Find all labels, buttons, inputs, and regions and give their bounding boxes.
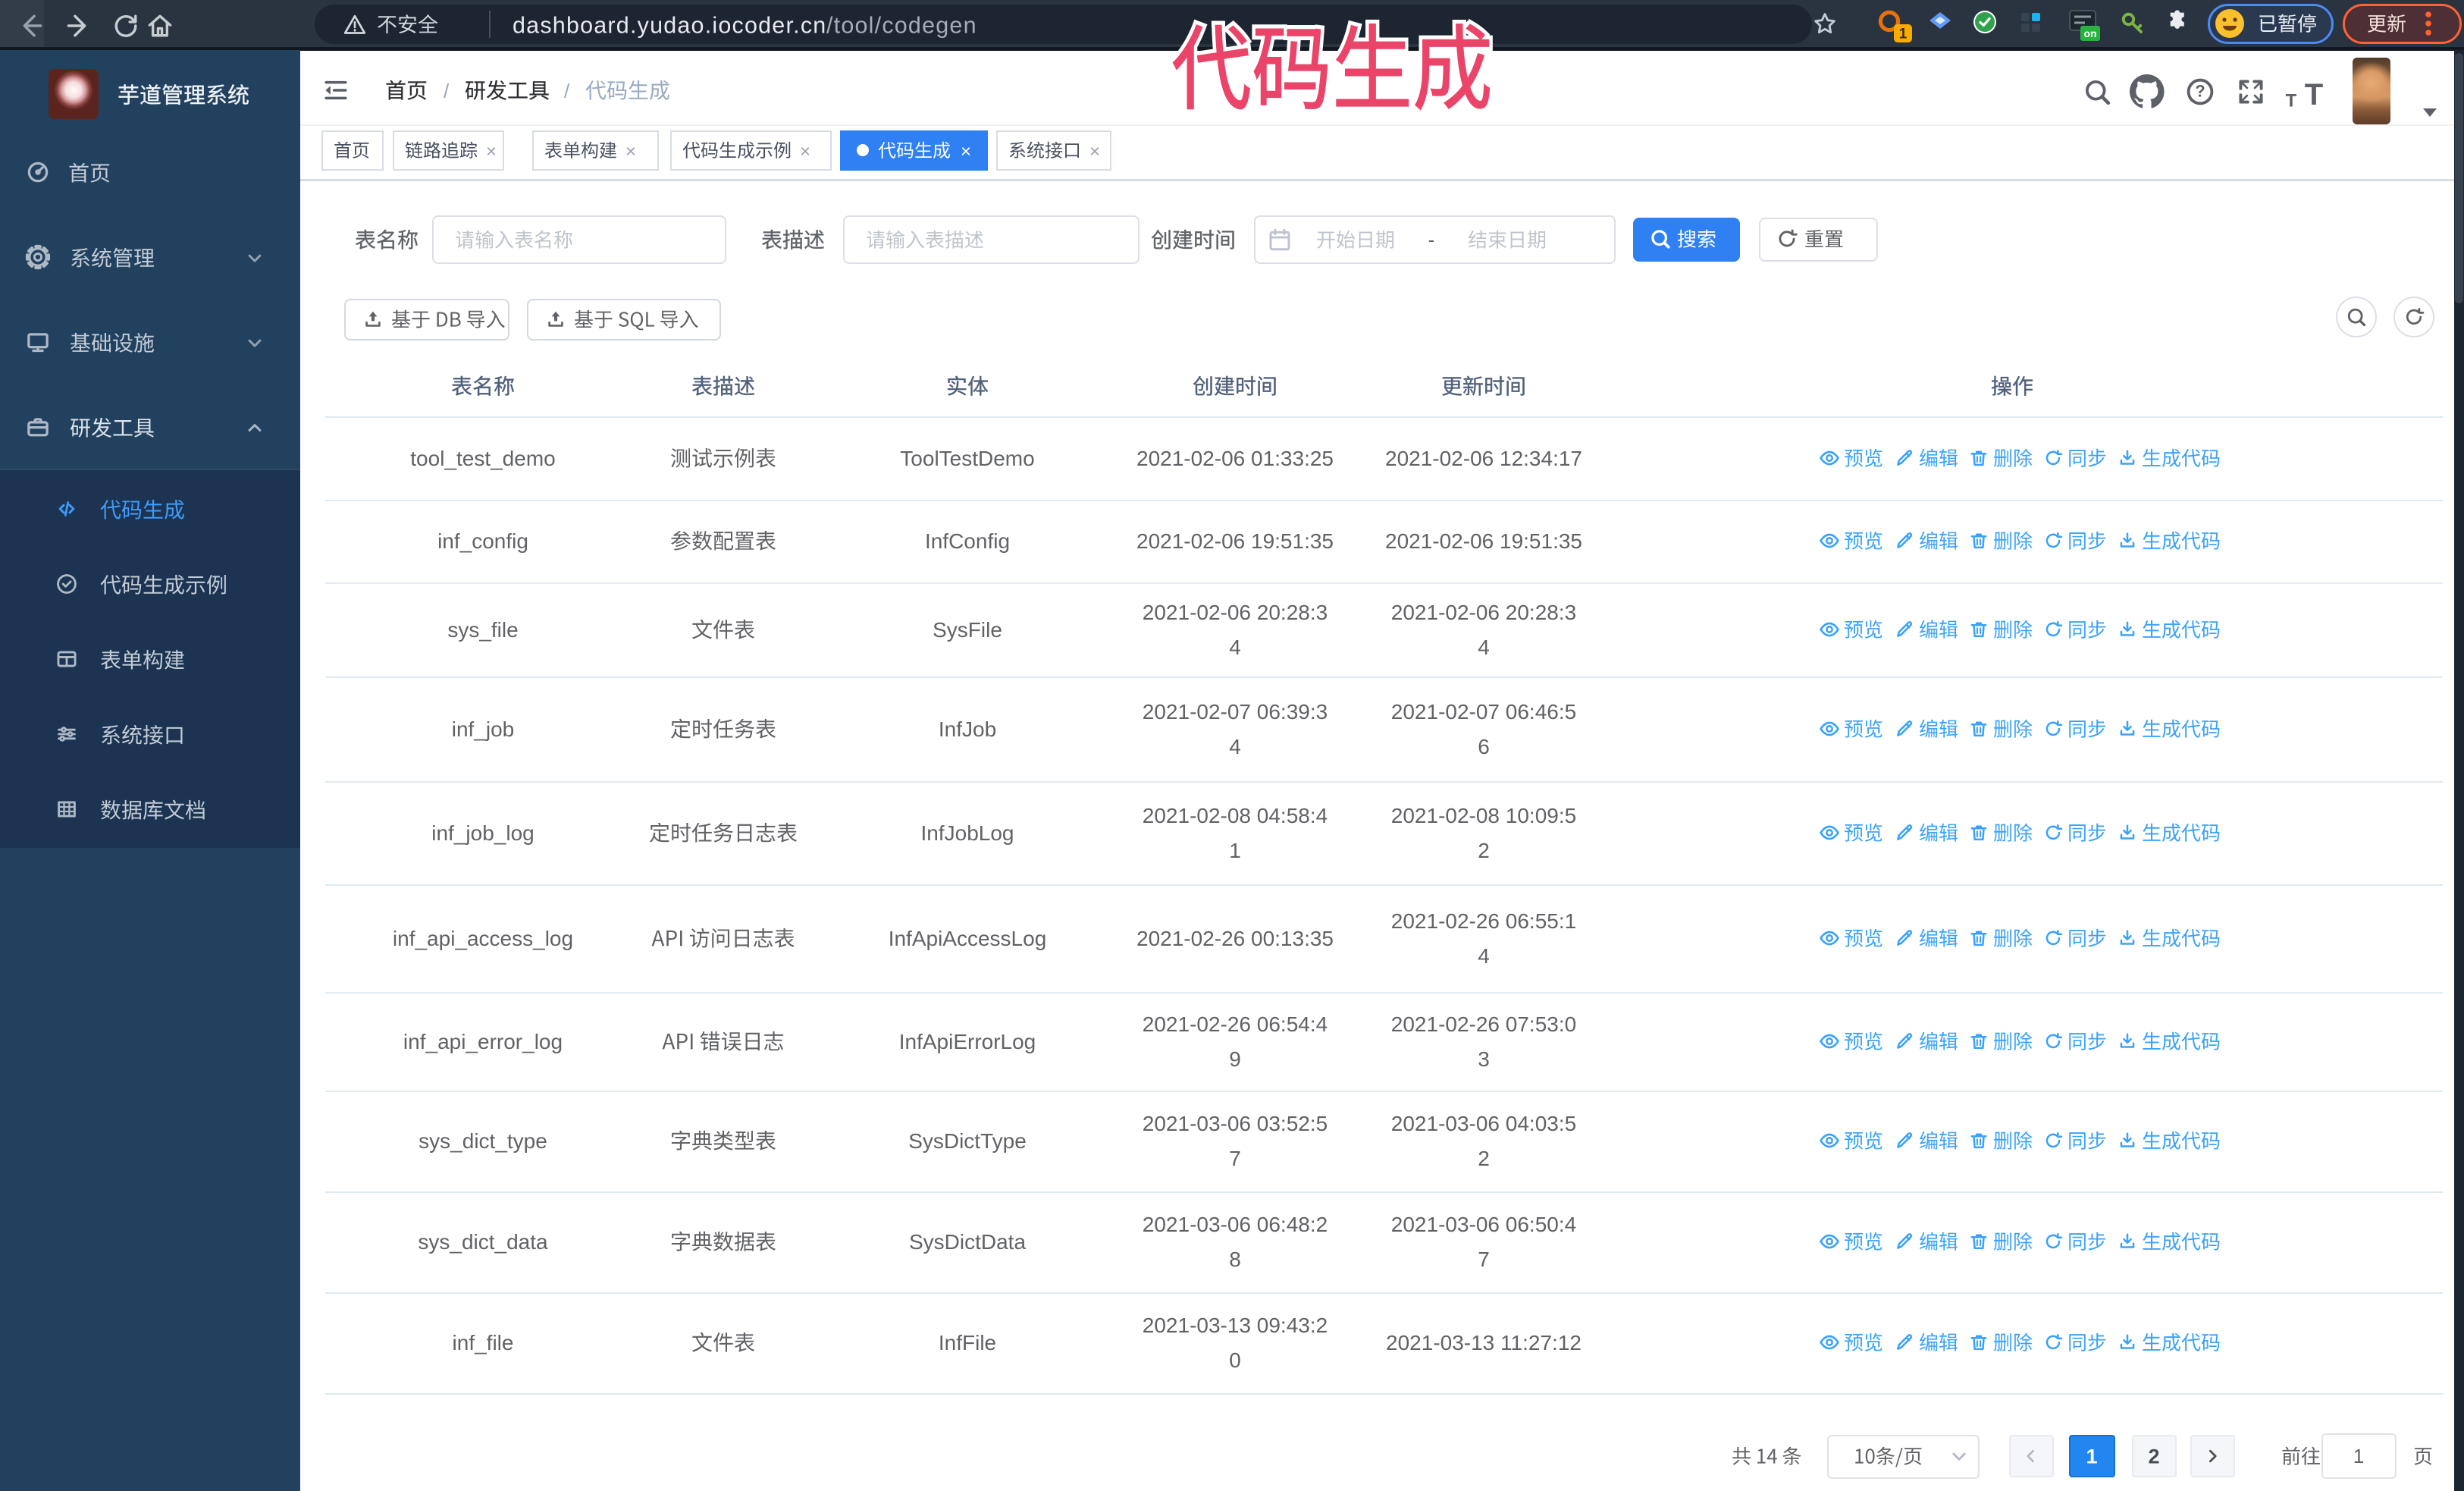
svg-text:2021-02-06 12:34:17: 2021-02-06 12:34:17 [1385, 447, 1582, 470]
svg-text:ToolTestDemo: ToolTestDemo [900, 447, 1034, 470]
svg-text:inf_api_access_log: inf_api_access_log [393, 927, 573, 950]
svg-text:InfJobLog: InfJobLog [921, 821, 1014, 845]
svg-text:2021-03-06 04:03:5: 2021-03-06 04:03:5 [1391, 1112, 1576, 1135]
svg-text:2021-03-06 03:52:5: 2021-03-06 03:52:5 [1143, 1112, 1328, 1135]
svg-text:/: / [444, 80, 450, 102]
svg-text:2021-02-06 19:51:35: 2021-02-06 19:51:35 [1136, 529, 1334, 553]
svg-text:4: 4 [1478, 944, 1490, 968]
svg-text:InfApiAccessLog: InfApiAccessLog [889, 927, 1047, 950]
svg-text:SysDictData: SysDictData [909, 1230, 1026, 1254]
svg-text:T: T [2286, 90, 2297, 111]
svg-text:2021-02-06 20:28:3: 2021-02-06 20:28:3 [1391, 601, 1576, 624]
svg-text:InfConfig: InfConfig [925, 529, 1010, 553]
svg-text:T: T [2305, 78, 2323, 111]
svg-text:tool_test_demo: tool_test_demo [410, 447, 555, 470]
svg-text:8: 8 [1229, 1248, 1241, 1271]
svg-text:2021-02-07 06:39:3: 2021-02-07 06:39:3 [1143, 700, 1328, 724]
svg-text:2: 2 [1478, 839, 1490, 862]
svg-text:1: 1 [1229, 839, 1241, 862]
svg-text:?: ? [2195, 82, 2205, 101]
svg-text:2021-02-06 20:28:3: 2021-02-06 20:28:3 [1143, 601, 1328, 624]
svg-text:0: 0 [1229, 1348, 1241, 1372]
svg-text:2: 2 [1478, 1147, 1490, 1170]
svg-text:2021-03-06 06:48:2: 2021-03-06 06:48:2 [1143, 1213, 1328, 1236]
svg-text:SysFile: SysFile [933, 618, 1002, 642]
svg-text:2021-02-06 01:33:25: 2021-02-06 01:33:25 [1136, 447, 1334, 470]
svg-text:/: / [564, 80, 570, 102]
svg-text:inf_job: inf_job [452, 717, 515, 741]
svg-text:2021-02-26 06:54:4: 2021-02-26 06:54:4 [1143, 1012, 1328, 1036]
svg-text:7: 7 [1229, 1147, 1241, 1170]
svg-text:2021-03-13 11:27:12: 2021-03-13 11:27:12 [1386, 1331, 1582, 1354]
svg-text:2021-03-13 09:43:2: 2021-03-13 09:43:2 [1143, 1314, 1328, 1337]
svg-text:InfJob: InfJob [939, 717, 996, 741]
svg-text:7: 7 [1478, 1248, 1490, 1271]
svg-text:2021-03-06 06:50:4: 2021-03-06 06:50:4 [1391, 1213, 1576, 1236]
svg-text:2021-02-08 04:58:4: 2021-02-08 04:58:4 [1143, 804, 1328, 827]
svg-text:4: 4 [1478, 636, 1490, 659]
svg-text:inf_api_error_log: inf_api_error_log [403, 1030, 563, 1053]
svg-text:6: 6 [1478, 735, 1490, 758]
svg-text:InfFile: InfFile [939, 1331, 996, 1354]
svg-text:InfApiErrorLog: InfApiErrorLog [899, 1030, 1036, 1053]
svg-text:sys_dict_type: sys_dict_type [419, 1129, 547, 1153]
svg-text:2021-02-26 06:55:1: 2021-02-26 06:55:1 [1391, 909, 1576, 933]
svg-text:2021-02-06 19:51:35: 2021-02-06 19:51:35 [1385, 529, 1582, 553]
svg-text:sys_file: sys_file [447, 618, 518, 642]
svg-text:9: 9 [1229, 1047, 1241, 1071]
svg-text:SysDictType: SysDictType [908, 1129, 1027, 1153]
svg-text:2021-02-26 07:53:0: 2021-02-26 07:53:0 [1391, 1012, 1576, 1036]
svg-text:inf_config: inf_config [437, 529, 528, 553]
svg-text:3: 3 [1478, 1047, 1490, 1071]
svg-text:2021-02-08 10:09:5: 2021-02-08 10:09:5 [1391, 804, 1576, 827]
svg-text:4: 4 [1229, 735, 1241, 758]
svg-text:2021-02-07 06:46:5: 2021-02-07 06:46:5 [1391, 700, 1576, 724]
svg-text:inf_job_log: inf_job_log [431, 821, 534, 845]
svg-text:sys_dict_data: sys_dict_data [418, 1230, 548, 1254]
svg-text:inf_file: inf_file [453, 1331, 514, 1354]
svg-text:4: 4 [1229, 636, 1241, 659]
svg-text:2021-02-26 00:13:35: 2021-02-26 00:13:35 [1136, 927, 1334, 950]
